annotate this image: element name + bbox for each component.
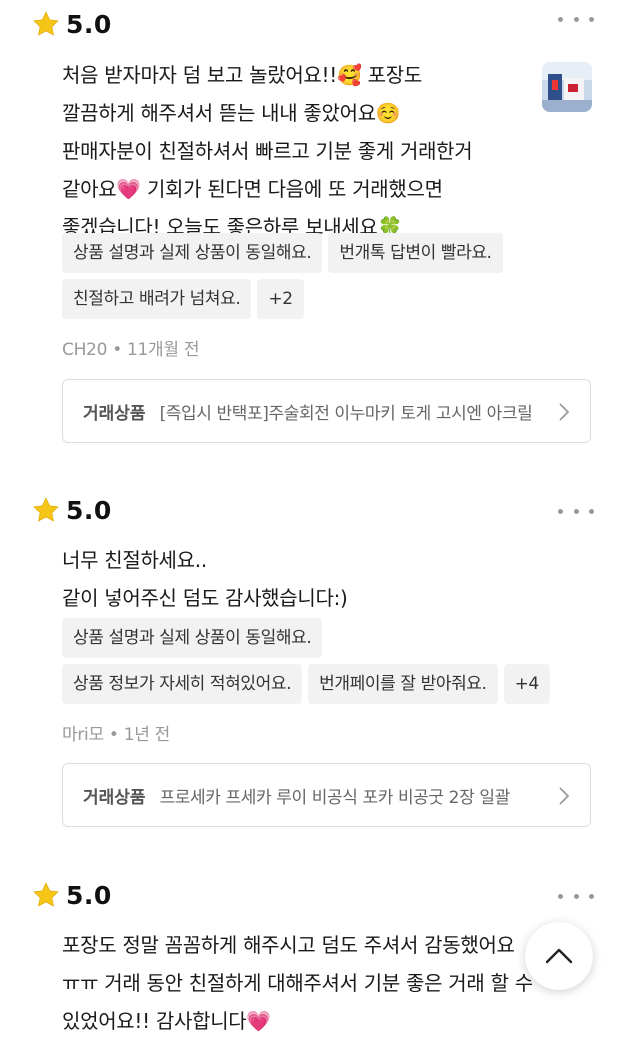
star-icon bbox=[33, 11, 59, 36]
review-tag: 상품 설명과 실제 상품이 동일해요. bbox=[62, 233, 323, 273]
review-rating: 5.0 bbox=[32, 490, 112, 530]
review-photo-thumbnail[interactable] bbox=[542, 62, 592, 112]
scroll-to-top-button[interactable] bbox=[525, 922, 593, 990]
more-options-button[interactable] bbox=[558, 891, 594, 901]
chevron-up-icon bbox=[545, 948, 573, 964]
more-tags-button[interactable]: +2 bbox=[257, 279, 304, 319]
review-text: 포장도 정말 꼼꼼하게 해주시고 덤도 주셔서 감동했어요 ㅠㅠ 거래 동안 친… bbox=[62, 933, 533, 1033]
review-tag: 번개페이를 잘 받아줘요. bbox=[308, 664, 498, 704]
rating-score: 5.0 bbox=[66, 880, 112, 910]
review-tag: 친절하고 배려가 넘쳐요. bbox=[62, 279, 252, 319]
product-name: [즉입시 반택포]주술회전 이누마키 토게 고시엔 아크릴 bbox=[159, 403, 533, 424]
review-meta: CH20 • 11개월 전 bbox=[62, 340, 200, 360]
star-icon bbox=[33, 882, 59, 907]
review-meta: 마ri모 • 1년 전 bbox=[62, 725, 171, 745]
review-tags: 상품 설명과 실제 상품이 동일해요. 번개톡 답변이 빨라요. 친절하고 배려… bbox=[62, 233, 602, 325]
more-options-button[interactable] bbox=[558, 506, 594, 516]
review-rating: 5.0 bbox=[32, 875, 112, 915]
product-name: 프로세카 프세카 루이 비공식 포카 비공굿 2장 일괄 bbox=[159, 787, 511, 808]
more-tags-button[interactable]: +4 bbox=[503, 664, 550, 704]
star-icon bbox=[33, 497, 59, 522]
review-tags: 상품 설명과 실제 상품이 동일해요. 상품 정보가 자세히 적혀있어요. 번개… bbox=[62, 618, 602, 710]
product-label: 거래상품 bbox=[83, 403, 146, 424]
review-tag: 상품 설명과 실제 상품이 동일해요. bbox=[62, 618, 323, 658]
review-tag: 상품 정보가 자세히 적혀있어요. bbox=[62, 664, 303, 704]
chevron-right-icon bbox=[559, 403, 570, 421]
more-options-button[interactable] bbox=[558, 14, 594, 24]
product-label: 거래상품 bbox=[83, 787, 146, 808]
rating-score: 5.0 bbox=[66, 495, 112, 525]
review-tag: 번개톡 답변이 빨라요. bbox=[328, 233, 503, 273]
chevron-right-icon bbox=[559, 787, 570, 805]
review-text: 처음 받자마자 덤 보고 놀랐어요!!🥰 포장도 깔끔하게 해주셔서 뜯는 내내… bbox=[62, 63, 473, 239]
review-text: 너무 친절하세요.. 같이 넣어주신 덤도 감사했습니다:) bbox=[62, 548, 348, 610]
review-rating: 5.0 bbox=[32, 4, 112, 44]
rating-score: 5.0 bbox=[66, 9, 112, 39]
traded-product-card[interactable]: 거래상품 [즉입시 반택포]주술회전 이누마키 토게 고시엔 아크릴 bbox=[62, 379, 591, 443]
traded-product-card[interactable]: 거래상품 프로세카 프세카 루이 비공식 포카 비공굿 2장 일괄 bbox=[62, 763, 591, 827]
